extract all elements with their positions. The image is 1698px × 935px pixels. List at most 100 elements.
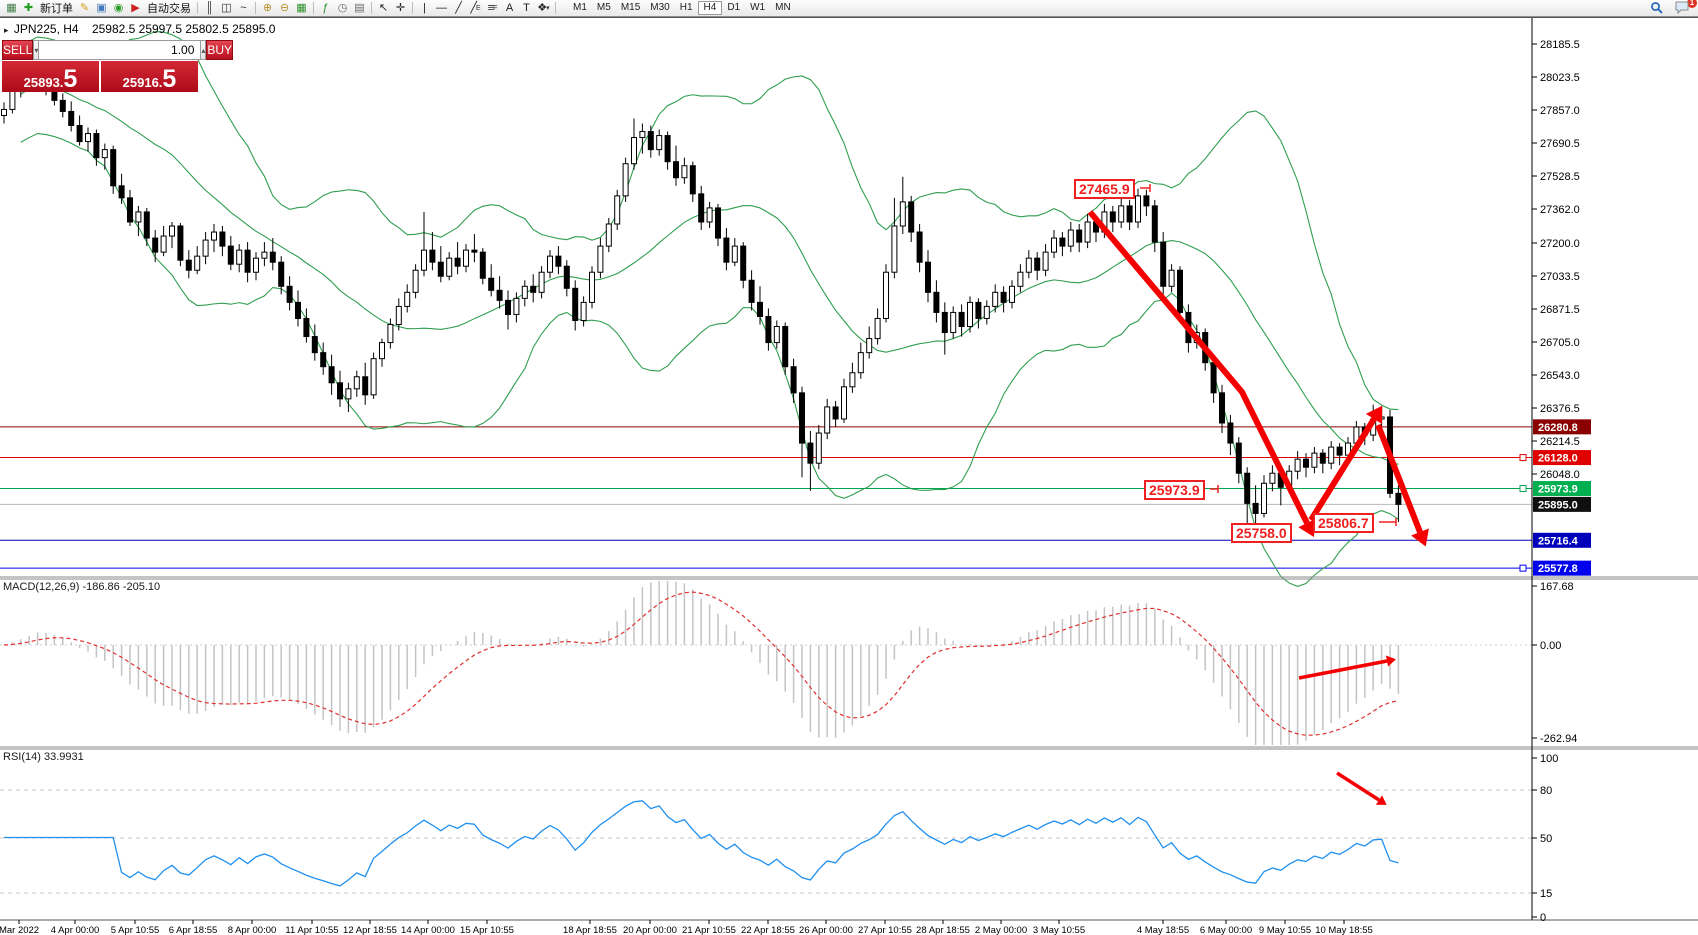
ohlc-values: 25982.5 25997.5 25802.5 25895.0: [92, 22, 276, 36]
price-annotation-label[interactable]: 25806.7: [1313, 513, 1374, 533]
toolbar-separator: [197, 2, 198, 14]
timeframe-button-w1[interactable]: W1: [745, 1, 770, 15]
new-order-label[interactable]: 新订单: [37, 0, 76, 16]
time-axis-label: 27 Apr 10:55: [858, 925, 912, 935]
channel-icon[interactable]: ╱E: [467, 1, 484, 16]
time-axis-label: 3 May 10:55: [1033, 925, 1085, 935]
toolbar-separator: [255, 2, 256, 14]
toolbar-separator: [371, 2, 372, 14]
macd-label: MACD(12,26,9) -186.86 -205.10: [3, 581, 160, 593]
macd-tick-label: 167.68: [1540, 581, 1574, 593]
timeframe-button-m30[interactable]: M30: [645, 1, 674, 15]
tile-windows-icon[interactable]: ▦: [293, 1, 310, 16]
sell-button[interactable]: SELL: [2, 40, 33, 60]
search-icon[interactable]: [1650, 1, 1667, 16]
highlighter-icon[interactable]: ✎: [76, 1, 93, 16]
candlestick-series: [2, 61, 1401, 532]
terminal-icon[interactable]: ▣: [93, 1, 110, 16]
timeframe-button-mn[interactable]: MN: [770, 1, 796, 15]
time-axis-label: 6 May 00:00: [1200, 925, 1252, 935]
signal-icon[interactable]: ◉: [110, 1, 127, 16]
timeframe-button-d1[interactable]: D1: [722, 1, 745, 15]
price-annotation-label[interactable]: 27465.9: [1074, 179, 1135, 199]
time-axis-label: 18 Apr 18:55: [563, 925, 617, 935]
time-axis-label: 4 May 18:55: [1137, 925, 1189, 935]
chat-icon[interactable]: 1: [1675, 1, 1692, 16]
price-annotation-label[interactable]: 25973.9: [1144, 480, 1205, 500]
toolbar-separator: [555, 2, 556, 14]
templates-icon[interactable]: ▤: [351, 1, 368, 16]
arrows-icon[interactable]: ❖▾: [535, 1, 552, 16]
line-chart-icon[interactable]: ~: [235, 1, 252, 16]
timeframe-button-h1[interactable]: H1: [675, 1, 698, 15]
toolbar-separator: [412, 2, 413, 14]
price-badge-label: 25577.8: [1538, 563, 1578, 575]
toolbar: ▦✚新订单✎▣◉▶自动交易║◫~⊕⊖▦ƒ◷▤↖✛|—╱╱E≡FAT❖▾ M1M5…: [0, 0, 1698, 17]
mt4-window: ▦✚新订单✎▣◉▶自动交易║◫~⊕⊖▦ƒ◷▤↖✛|—╱╱E≡FAT❖▾ M1M5…: [0, 0, 1698, 935]
price-annotation-label[interactable]: 25758.0: [1231, 523, 1292, 543]
buy-price-display[interactable]: 25916.5: [101, 61, 198, 92]
symbol-period-label: JPN225, H4: [14, 22, 79, 36]
price-tick-label: 26376.5: [1540, 403, 1580, 415]
text-icon[interactable]: A: [501, 1, 518, 16]
bollinger-lower-band: [21, 134, 1399, 587]
label-icon[interactable]: T: [518, 1, 535, 16]
trend-arrow-head: [1386, 656, 1396, 667]
price-badge-label: 25716.4: [1538, 535, 1579, 547]
autotrade-icon[interactable]: ▶: [127, 1, 144, 16]
period-icon[interactable]: ◷: [334, 1, 351, 16]
crosshair-icon[interactable]: ✛: [392, 1, 409, 16]
price-badge-label: 26128.0: [1538, 453, 1578, 465]
time-axis-label: 6 Apr 18:55: [169, 925, 218, 935]
trend-arrow[interactable]: [1337, 773, 1379, 800]
price-tick-label: 26543.0: [1540, 370, 1580, 382]
timeframe-button-h4[interactable]: H4: [698, 1, 723, 15]
toolbar-icons: ▦✚新订单✎▣◉▶自动交易║◫~⊕⊖▦ƒ◷▤↖✛|—╱╱E≡FAT❖▾: [3, 0, 559, 16]
line-drag-handle[interactable]: [1520, 486, 1526, 492]
vertical-line-icon[interactable]: |: [416, 1, 433, 16]
chart-icon: ▸: [4, 25, 9, 35]
zoom-out-icon[interactable]: ⊖: [276, 1, 293, 16]
time-axis-label: 4 Apr 00:00: [51, 925, 100, 935]
trend-arrow[interactable]: [1378, 425, 1420, 532]
cursor-icon[interactable]: ↖: [375, 1, 392, 16]
time-axis-label: 12 Apr 18:55: [343, 925, 397, 935]
timeframe-button-m15[interactable]: M15: [616, 1, 645, 15]
time-axis-label: 22 Apr 18:55: [741, 925, 795, 935]
add-indicator-icon[interactable]: ƒ: [317, 1, 334, 16]
rsi-line: [4, 801, 1398, 886]
chart-quote-bar: ▸ JPN225, H4 25982.5 25997.5 25802.5 258…: [4, 22, 275, 36]
candle-chart-icon[interactable]: ◫: [218, 1, 235, 16]
autotrade-label[interactable]: 自动交易: [144, 0, 194, 16]
horizontal-line-icon[interactable]: —: [433, 1, 450, 16]
price-tick-label: 26705.0: [1540, 337, 1580, 349]
sell-price-display[interactable]: 25893.5: [2, 61, 99, 92]
fibonacci-icon[interactable]: ≡F: [484, 1, 501, 16]
time-axis-label: 21 Apr 10:55: [682, 925, 736, 935]
time-axis-label: 10 May 18:55: [1315, 925, 1373, 935]
time-axis-label: 9 May 10:55: [1259, 925, 1311, 935]
price-tick-label: 28023.5: [1540, 72, 1580, 84]
line-drag-handle[interactable]: [1520, 565, 1526, 571]
new-chart-icon[interactable]: ▦: [3, 1, 20, 16]
one-click-trading-panel: SELL ▾ ▴ BUY 25893.5 25916.5: [2, 40, 198, 92]
buy-button[interactable]: BUY: [206, 40, 233, 60]
time-axis-label: 5 Apr 10:55: [111, 925, 160, 935]
line-drag-handle[interactable]: [1520, 455, 1526, 461]
price-tick-label: 27033.5: [1540, 271, 1580, 283]
volume-input[interactable]: [39, 40, 200, 60]
zoom-in-icon[interactable]: ⊕: [259, 1, 276, 16]
rsi-tick-label: 15: [1540, 888, 1552, 900]
rsi-tick-label: 0: [1540, 912, 1546, 924]
main-chart-canvas[interactable]: 28185.528023.527857.027690.527528.527362…: [0, 0, 1698, 935]
trendline-icon[interactable]: ╱: [450, 1, 467, 16]
time-axis-label: 20 Apr 00:00: [623, 925, 677, 935]
price-tick-label: 27528.5: [1540, 171, 1580, 183]
rsi-tick-label: 80: [1540, 785, 1552, 797]
price-tick-label: 28185.5: [1540, 39, 1580, 51]
timeframe-button-m5[interactable]: M5: [592, 1, 616, 15]
bar-chart-icon[interactable]: ║: [201, 1, 218, 16]
new-order-icon[interactable]: ✚: [20, 1, 37, 16]
timeframe-button-m1[interactable]: M1: [568, 1, 592, 15]
price-tick-label: 26048.0: [1540, 469, 1580, 481]
